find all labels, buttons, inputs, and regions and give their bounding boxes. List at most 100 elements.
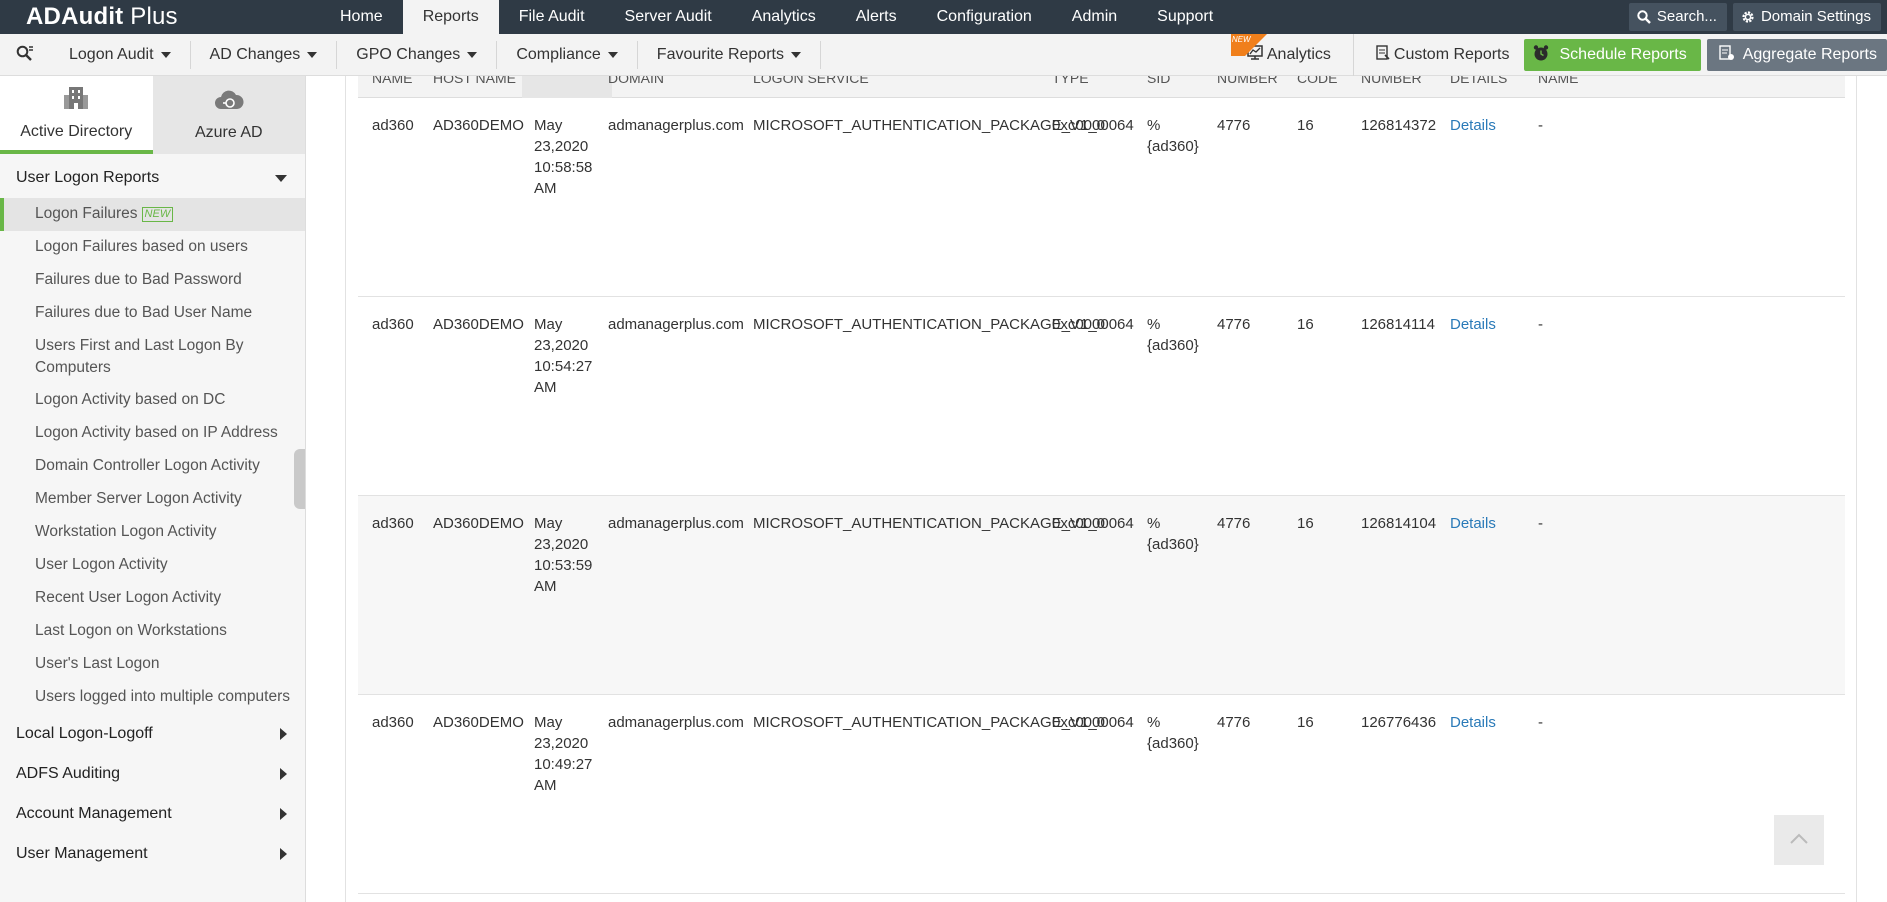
sidebar-item-logon-dc[interactable]: Logon Activity based on DC bbox=[0, 384, 305, 417]
nav-support[interactable]: Support bbox=[1137, 0, 1233, 34]
sidebar-item-recent-user-logon[interactable]: Recent User Logon Activity bbox=[0, 582, 305, 615]
cell-last: - bbox=[1538, 316, 1543, 333]
custom-reports-label: Custom Reports bbox=[1393, 46, 1510, 63]
nav-home[interactable]: Home bbox=[320, 0, 403, 34]
custom-report-icon bbox=[1376, 45, 1390, 65]
nav-analytics[interactable]: Analytics bbox=[732, 0, 836, 34]
sidebar-item-member-server-logon[interactable]: Member Server Logon Activity bbox=[0, 483, 305, 516]
column-header[interactable]: NUMBER bbox=[1217, 76, 1297, 98]
domain-settings-label: Domain Settings bbox=[1760, 8, 1871, 25]
cell-time: May 23,2020 10:54:27 AM bbox=[534, 316, 593, 396]
cell-name: ad360 bbox=[372, 316, 414, 333]
table-row: ad360 AD360DEMO May 23,2020 10:54:27 AM adm… bbox=[358, 297, 1845, 496]
details-link[interactable]: Details bbox=[1450, 513, 1496, 534]
table-row: ad360 AD360DEMO May 23,2020 10:58:58 AM adm… bbox=[358, 98, 1845, 297]
analytics-label: Analytics bbox=[1266, 46, 1331, 63]
section-local-logon-logoff[interactable]: Local Logon-Logoff bbox=[0, 714, 305, 754]
caret-down-icon bbox=[307, 51, 318, 58]
cell-event-number: 4776 bbox=[1217, 515, 1251, 532]
search-label: Search... bbox=[1656, 8, 1717, 25]
column-header[interactable]: HOST NAME bbox=[433, 76, 523, 98]
caret-right-icon bbox=[280, 768, 287, 780]
sidebar-item-bad-password[interactable]: Failures due to Bad Password bbox=[0, 264, 305, 297]
nav-file-audit[interactable]: File Audit bbox=[499, 0, 605, 34]
sidebar: Active Directory Azure AD User Logon Rep… bbox=[0, 76, 306, 902]
caret-right-icon bbox=[280, 728, 287, 740]
tab-active-directory[interactable]: Active Directory bbox=[0, 76, 153, 154]
aggregate-icon bbox=[1718, 44, 1735, 66]
nav-reports[interactable]: Reports bbox=[402, 0, 499, 34]
analytics-button[interactable]: NEW Analytics bbox=[1223, 34, 1354, 76]
caret-down-icon bbox=[790, 51, 801, 58]
nav-server-audit[interactable]: Server Audit bbox=[605, 0, 732, 34]
app-logo[interactable]: ADAudit Plus bbox=[0, 3, 320, 31]
column-header[interactable]: LOGON SERVICE bbox=[753, 76, 1043, 98]
sidebar-item-user-logon[interactable]: User Logon Activity bbox=[0, 549, 305, 582]
caret-right-icon bbox=[280, 848, 287, 860]
report-menu-bar: Logon Audit AD Changes GPO Changes Compl… bbox=[0, 34, 1887, 76]
section-user-logon-reports[interactable]: User Logon Reports bbox=[0, 158, 305, 198]
nav-admin[interactable]: Admin bbox=[1052, 0, 1137, 34]
column-header[interactable]: CODE bbox=[1297, 76, 1357, 98]
sidebar-item-dc-logon[interactable]: Domain Controller Logon Activity bbox=[0, 450, 305, 483]
cell-name: ad360 bbox=[372, 515, 414, 532]
section-adfs-auditing[interactable]: ADFS Auditing bbox=[0, 754, 305, 794]
sidebar-item-multiple-computers[interactable]: Users logged into multiple computers bbox=[0, 681, 305, 714]
tab-azure-ad[interactable]: Azure AD bbox=[152, 76, 305, 154]
cell-record-number: 126814114 bbox=[1361, 316, 1435, 333]
section-account-management[interactable]: Account Management bbox=[0, 794, 305, 834]
cell-event-number: 4776 bbox=[1217, 714, 1251, 731]
section-label: Account Management bbox=[16, 805, 172, 822]
sidebar-item-logon-ip[interactable]: Logon Activity based on IP Address bbox=[0, 417, 305, 450]
menu-label: GPO Changes bbox=[356, 45, 461, 63]
global-search-button[interactable]: Search... bbox=[1628, 3, 1727, 31]
schedule-reports-button[interactable]: Schedule Reports bbox=[1523, 39, 1701, 71]
menu-logon-audit[interactable]: Logon Audit bbox=[50, 40, 191, 69]
details-link[interactable]: Details bbox=[1450, 712, 1496, 733]
menu-compliance[interactable]: Compliance bbox=[497, 40, 638, 69]
cell-time: May 23,2020 10:53:59 AM bbox=[534, 515, 593, 595]
column-header[interactable]: SID bbox=[1147, 76, 1217, 98]
sidebar-item-users-last-logon[interactable]: User's Last Logon bbox=[0, 648, 305, 681]
table-row: ad360 AD360DEMO May 23,2020 10:53:59 AM adm… bbox=[358, 496, 1845, 695]
details-link[interactable]: Details bbox=[1450, 314, 1496, 335]
building-icon bbox=[63, 86, 89, 115]
aggregate-reports-button[interactable]: Aggregate Reports bbox=[1706, 39, 1887, 71]
details-link[interactable]: Details bbox=[1450, 115, 1496, 136]
sidebar-collapse-handle[interactable] bbox=[294, 449, 305, 509]
cell-type: 0xc0000064 bbox=[1052, 714, 1134, 731]
nav-alerts[interactable]: Alerts bbox=[836, 0, 917, 34]
custom-reports-button[interactable]: Custom Reports bbox=[1354, 34, 1524, 76]
section-label: User Logon Reports bbox=[16, 169, 160, 186]
sidebar-item-logon-failures[interactable]: Logon Failures NEW bbox=[0, 198, 305, 231]
sidebar-item-last-logon-workstations[interactable]: Last Logon on Workstations bbox=[0, 615, 305, 648]
sidebar-item-first-last-logon[interactable]: Users First and Last Logon By Computers bbox=[0, 330, 305, 384]
sidebar-item-logon-failures-users[interactable]: Logon Failures based on users bbox=[0, 231, 305, 264]
column-header[interactable]: NAME bbox=[1538, 76, 1608, 98]
column-header-sorted[interactable] bbox=[522, 76, 612, 98]
cell-sid: % {ad360} bbox=[1147, 515, 1199, 553]
cell-domain: admanagerplus.com bbox=[608, 714, 744, 731]
column-header[interactable]: DOMAIN bbox=[608, 76, 748, 98]
nav-configuration[interactable]: Configuration bbox=[917, 0, 1052, 34]
column-header[interactable]: TYPE bbox=[1052, 76, 1142, 98]
top-nav: Home Reports File Audit Server Audit Ana… bbox=[320, 0, 1233, 34]
sidebar-item-workstation-logon[interactable]: Workstation Logon Activity bbox=[0, 516, 305, 549]
menu-ad-changes[interactable]: AD Changes bbox=[191, 40, 338, 69]
report-search-button[interactable] bbox=[0, 45, 50, 65]
cell-event-number: 4776 bbox=[1217, 316, 1251, 333]
section-user-management[interactable]: User Management bbox=[0, 834, 305, 874]
column-header[interactable]: NAME bbox=[372, 76, 432, 98]
report-panel: NAME HOST NAME DOMAIN LOGON SERVICE TYPE… bbox=[345, 76, 1857, 902]
column-header[interactable]: DETAILS bbox=[1450, 76, 1530, 98]
tab-label: Active Directory bbox=[20, 122, 133, 140]
menu-favourite-reports[interactable]: Favourite Reports bbox=[638, 40, 821, 69]
cell-host: AD360DEMO bbox=[433, 316, 524, 333]
sidebar-item-bad-user-name[interactable]: Failures due to Bad User Name bbox=[0, 297, 305, 330]
column-header[interactable]: NUMBER bbox=[1361, 76, 1446, 98]
scroll-to-top-button[interactable] bbox=[1774, 815, 1824, 865]
cell-last: - bbox=[1538, 515, 1543, 532]
cell-code: 16 bbox=[1297, 714, 1314, 731]
domain-settings-button[interactable]: Domain Settings bbox=[1732, 3, 1881, 31]
menu-gpo-changes[interactable]: GPO Changes bbox=[337, 40, 498, 69]
